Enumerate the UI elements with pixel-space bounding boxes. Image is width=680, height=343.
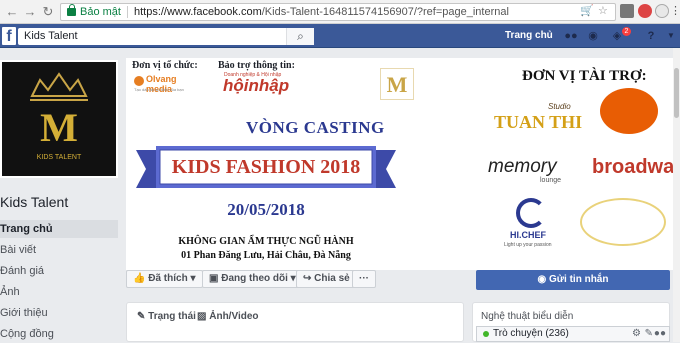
menu-icon[interactable]: ⋮: [670, 4, 680, 18]
follow-button[interactable]: ▣ Đang theo dõi ▾: [202, 270, 303, 288]
event-date: 20/05/2018: [227, 200, 305, 219]
follow-icon: ▣: [209, 273, 222, 284]
sidebar-item-reviews[interactable]: Đánh giá: [0, 262, 118, 280]
friends-icon[interactable]: ●●: [564, 30, 578, 42]
profile-icon[interactable]: [655, 4, 669, 18]
extension-icon[interactable]: [638, 4, 652, 18]
sponsor-logo-fire: [600, 88, 658, 134]
browser-toolbar: ← → ↻ Bảo mật https://www.facebook.com/K…: [0, 0, 680, 24]
organizer-label: Đơn vị tổ chức:: [132, 60, 198, 71]
search-icon[interactable]: ⌕: [286, 28, 314, 45]
search-input[interactable]: Kids Talent ⌕: [18, 28, 314, 45]
venue: KHÔNG GIAN ẨM THỰC NGŨ HÀNH: [178, 236, 354, 247]
tab-status[interactable]: ✎ Trạng thái: [137, 311, 196, 322]
secure-label: Bảo mật: [80, 6, 121, 18]
sidebar-item-home[interactable]: Trang chủ: [0, 220, 118, 238]
chat-bar[interactable]: Trò chuyện (236) ⚙ ✎ ●●: [476, 326, 670, 342]
photo-icon: ▨: [197, 311, 210, 322]
online-dot-icon: [483, 331, 489, 337]
help-icon[interactable]: ?: [644, 30, 658, 42]
scrollbar[interactable]: [673, 48, 680, 342]
sponsor-tuanthi: Studio TUAN THI: [494, 102, 583, 132]
event-title: KIDS FASHION 2018: [171, 156, 361, 178]
star-icon[interactable]: ☆: [598, 5, 612, 19]
gear-icon[interactable]: ⚙: [632, 327, 641, 341]
messenger-icon: ◉: [537, 274, 550, 285]
reload-icon[interactable]: ↻: [40, 4, 56, 20]
left-column: M KIDS TALENT Kids Talent Trang chủ Bài …: [0, 48, 124, 342]
facebook-topbar: f Kids Talent ⌕ Trang chủ ●● ◉ ◈ 2 ? ▼: [0, 24, 680, 48]
back-icon[interactable]: ←: [4, 4, 20, 20]
profile-picture[interactable]: M KIDS TALENT: [0, 60, 118, 178]
cart-icon[interactable]: 🛒: [580, 5, 594, 19]
organizer-logo: Olvang media Tạo dấu ấn sự kiện của bạn: [134, 74, 184, 94]
like-icon: 👍: [133, 273, 149, 284]
share-button[interactable]: ↪ Chia sẻ: [296, 270, 357, 288]
address-bar[interactable]: Bảo mật https://www.facebook.com/Kids-Ta…: [60, 3, 616, 21]
compose-icon[interactable]: ✎: [645, 327, 653, 341]
page-category[interactable]: Nghệ thuật biểu diễn: [481, 311, 573, 322]
hoinhap-logo: hộinhập: [223, 76, 290, 95]
url-text: https://www.facebook.com/Kids-Talent-164…: [133, 6, 509, 18]
home-link[interactable]: Trang chủ: [505, 28, 553, 44]
download-icon[interactable]: [620, 4, 634, 18]
pencil-icon: ✎: [137, 311, 149, 322]
tab-photo-video[interactable]: ▨ Ảnh/Video: [197, 311, 259, 322]
address: 01 Phan Đăng Lưu, Hải Châu, Đà Nẵng: [181, 250, 351, 261]
sponsor-memory: memory lounge: [488, 156, 562, 184]
messenger-icon[interactable]: ◉: [586, 30, 600, 42]
account-menu-icon[interactable]: ▼: [664, 30, 678, 42]
lock-icon: [67, 4, 76, 16]
sponsor-hichef: HI.CHEF Light up your passion: [504, 198, 560, 252]
sidebar-item-posts[interactable]: Bài viết: [0, 241, 118, 259]
page-actions: 👍 Đã thích ▾ ▣ Đang theo dõi ▾ ↪ Chia sẻ…: [126, 270, 470, 290]
sidebar-item-community[interactable]: Cộng đồng: [0, 325, 118, 343]
logo-text: KIDS TALENT: [36, 154, 82, 161]
facebook-logo-icon[interactable]: f: [2, 27, 16, 45]
more-button[interactable]: ···: [352, 270, 376, 288]
share-icon: ↪: [303, 273, 315, 284]
page-title[interactable]: Kids Talent: [0, 194, 68, 210]
post-composer: ✎ Trạng thái ▨ Ảnh/Video: [126, 302, 464, 342]
group-icon[interactable]: ●●: [654, 327, 666, 341]
sidebar-item-about[interactable]: Giới thiệu: [0, 304, 118, 322]
center-logo: M: [380, 68, 414, 100]
notification-badge: 2: [622, 27, 631, 36]
sponsor-info-label: Bảo trợ thông tin:: [218, 60, 295, 71]
like-button[interactable]: 👍 Đã thích ▾: [126, 270, 203, 288]
casting-title: VÒNG CASTING: [246, 118, 385, 137]
sidebar-item-photos[interactable]: Ảnh: [0, 283, 118, 301]
sponsor-broadway: broadway: [592, 156, 678, 178]
send-message-button[interactable]: ◉ Gửi tin nhắn: [476, 270, 670, 290]
logo-letter: M: [40, 105, 78, 150]
sponsors-title: ĐƠN VỊ TÀI TRỢ:: [522, 68, 647, 84]
sponsor-logo-gold: [580, 198, 666, 246]
cover-photo[interactable]: Đơn vị tổ chức: Olvang media Tạo dấu ấn …: [126, 58, 678, 270]
forward-icon[interactable]: →: [22, 4, 38, 20]
